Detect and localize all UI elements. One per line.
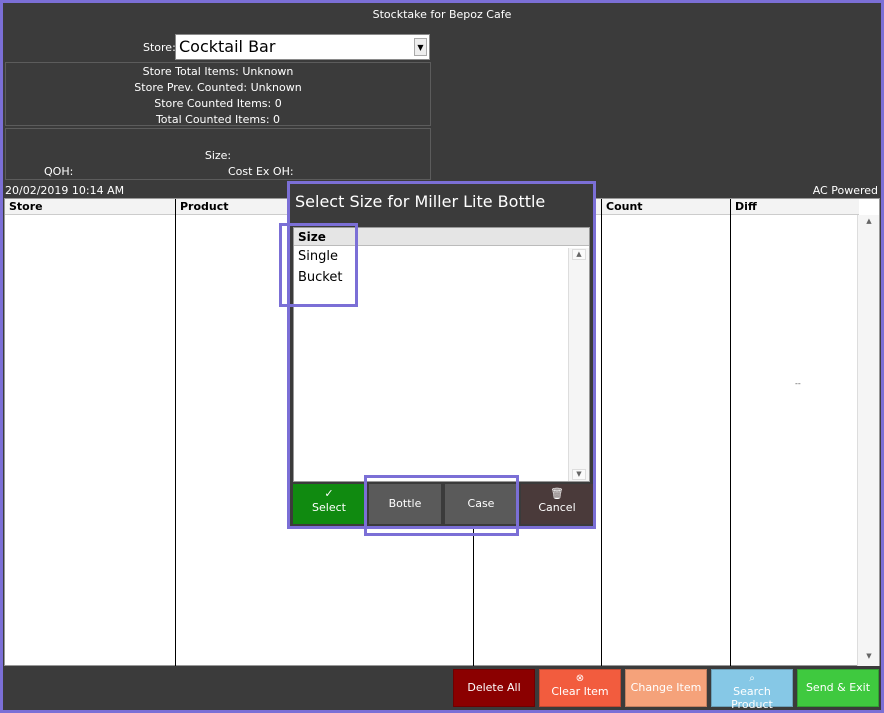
scroll-down-icon[interactable]: ▼ (572, 469, 586, 480)
delete-all-label: Delete All (467, 681, 521, 694)
size-list-header: Size (294, 228, 589, 246)
store-info-panel: Store Total Items: Unknown Store Prev. C… (5, 62, 431, 126)
send-exit-button[interactable]: Send & Exit (797, 669, 879, 707)
cancel-label: Cancel (538, 501, 576, 514)
select-button[interactable]: ✓ Select (293, 484, 365, 524)
column-divider (601, 199, 602, 666)
clear-item-button[interactable]: ⊗ Clear Item (539, 669, 621, 707)
store-prev-counted: Store Prev. Counted: Unknown (134, 81, 302, 94)
power-status: AC Powered (812, 184, 878, 197)
select-label: Select (312, 501, 346, 514)
scroll-down-icon[interactable]: ▼ (862, 652, 876, 664)
chevron-down-icon[interactable]: ▼ (414, 38, 427, 56)
bottle-label: Bottle (388, 497, 422, 510)
cancel-button[interactable]: 🗑 Cancel (521, 484, 593, 524)
bottle-button[interactable]: Bottle (369, 484, 441, 524)
dialog-title: Select Size for Miller Lite Bottle (295, 192, 546, 211)
grid-scrollbar[interactable]: ▲ ▼ (857, 215, 879, 666)
column-header-diff[interactable]: Diff (731, 199, 859, 215)
datetime: 20/02/2019 10:14 AM (5, 184, 125, 197)
store-dropdown[interactable]: Cocktail Bar ▼ (175, 34, 430, 60)
store-dropdown-value: Cocktail Bar (179, 37, 276, 56)
column-divider (730, 199, 731, 666)
size-label: Size: (204, 149, 232, 162)
column-header-count[interactable]: Count (602, 199, 731, 215)
total-counted-items: Total Counted Items: 0 (155, 113, 281, 126)
search-product-label: Search Product (731, 685, 773, 711)
window-title: Stocktake for Bepoz Cafe (372, 8, 512, 21)
clear-item-label: Clear Item (551, 685, 609, 698)
search-icon: ⌕ (749, 673, 755, 684)
case-label: Case (467, 497, 495, 510)
change-item-label: Change Item (630, 681, 702, 694)
scroll-up-icon[interactable]: ▲ (862, 217, 876, 229)
select-size-dialog: Select Size for Miller Lite Bottle Size … (287, 181, 596, 529)
column-divider (175, 199, 176, 666)
scroll-up-icon[interactable]: ▲ (572, 249, 586, 260)
send-exit-label: Send & Exit (805, 681, 871, 694)
product-info-panel: Size: QOH: Cost Ex OH: (5, 128, 431, 180)
store-total-items: Store Total Items: Unknown (142, 65, 294, 78)
list-item[interactable]: Bucket (294, 267, 589, 288)
grid-marker: -- (795, 379, 801, 388)
store-label: Store: (143, 41, 176, 54)
store-counted-items: Store Counted Items: 0 (154, 97, 282, 110)
size-list-scrollbar[interactable]: ▲ ▼ (568, 248, 589, 481)
size-list[interactable]: Size Single Bucket ▲ ▼ (293, 227, 590, 482)
list-item[interactable]: Single (294, 246, 589, 267)
cost-ex-oh-label: Cost Ex OH: (228, 165, 294, 178)
clear-icon: ⊗ (575, 673, 585, 684)
case-button[interactable]: Case (445, 484, 517, 524)
column-header-store[interactable]: Store (5, 199, 176, 215)
search-product-button[interactable]: ⌕ Search Product (711, 669, 793, 711)
qoh-label: QOH: (44, 165, 74, 178)
trash-icon: 🗑 (550, 487, 564, 500)
check-icon: ✓ (324, 487, 334, 500)
change-item-button[interactable]: Change Item (625, 669, 707, 707)
delete-all-button[interactable]: Delete All (453, 669, 535, 707)
